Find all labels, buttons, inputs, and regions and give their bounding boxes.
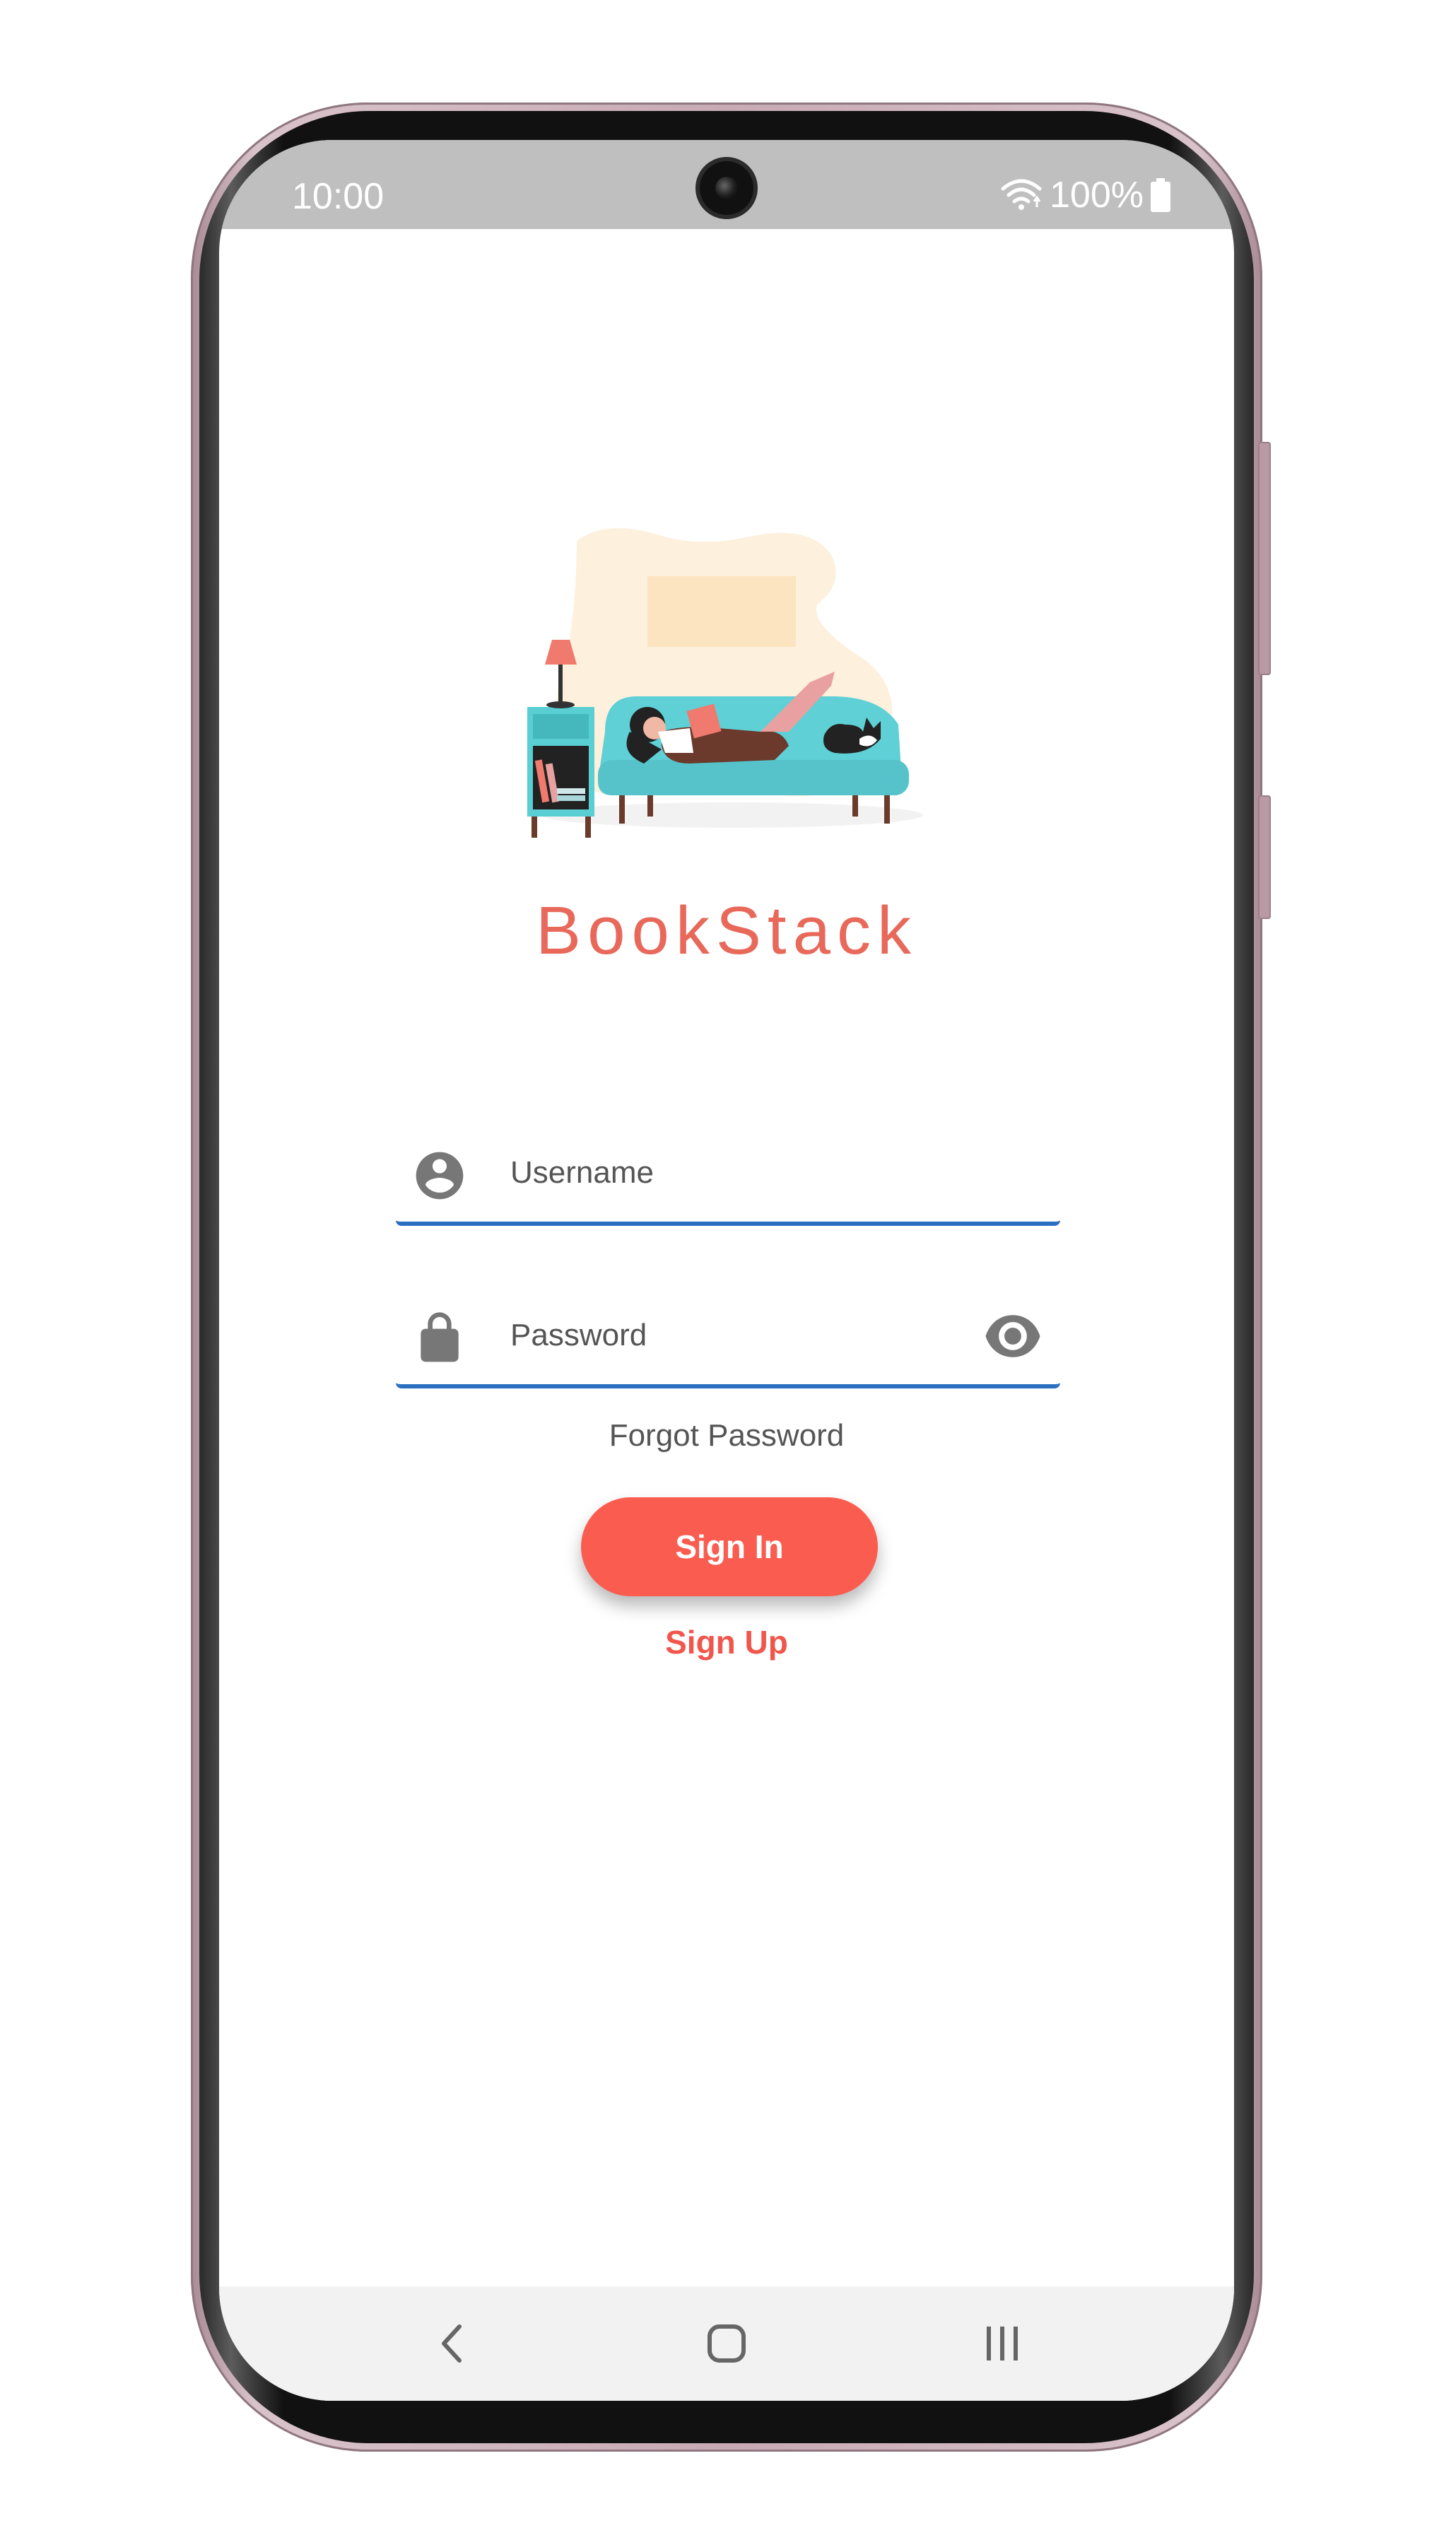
home-button[interactable] — [691, 2312, 762, 2375]
username-field[interactable] — [396, 1123, 1060, 1226]
app-title: BookStack — [536, 893, 917, 969]
sign-in-button[interactable]: Sign In — [581, 1497, 878, 1596]
system-nav-bar — [219, 2286, 1234, 2401]
eye-icon[interactable] — [983, 1315, 1043, 1357]
back-icon — [442, 2324, 462, 2363]
lock-icon — [421, 1312, 459, 1362]
battery-percent: 100% — [1050, 175, 1144, 216]
forgot-password-link[interactable]: Forgot Password — [219, 1418, 1234, 1453]
password-input[interactable] — [509, 1306, 964, 1364]
status-bar: 10:00 100% — [219, 140, 1234, 229]
status-time: 10:00 — [292, 176, 384, 217]
volume-button — [1258, 442, 1271, 675]
home-icon — [708, 2324, 746, 2363]
recents-icon — [987, 2327, 1018, 2360]
front-camera — [700, 161, 753, 215]
sign-up-link[interactable]: Sign Up — [219, 1623, 1234, 1661]
wifi-icon — [1001, 179, 1042, 210]
power-button — [1258, 795, 1271, 919]
phone-screen: 10:00 100% BookStack Username Forgot Pas… — [219, 140, 1234, 2401]
person-reading-on-couch-illustration — [527, 528, 923, 838]
password-field[interactable] — [396, 1285, 1060, 1388]
username-input[interactable] — [509, 1144, 964, 1202]
recents-button[interactable] — [967, 2312, 1038, 2375]
account-circle-icon — [416, 1152, 464, 1200]
back-button[interactable] — [417, 2312, 488, 2375]
status-indicators: 100% — [1000, 174, 1170, 216]
battery-icon — [1151, 178, 1170, 212]
